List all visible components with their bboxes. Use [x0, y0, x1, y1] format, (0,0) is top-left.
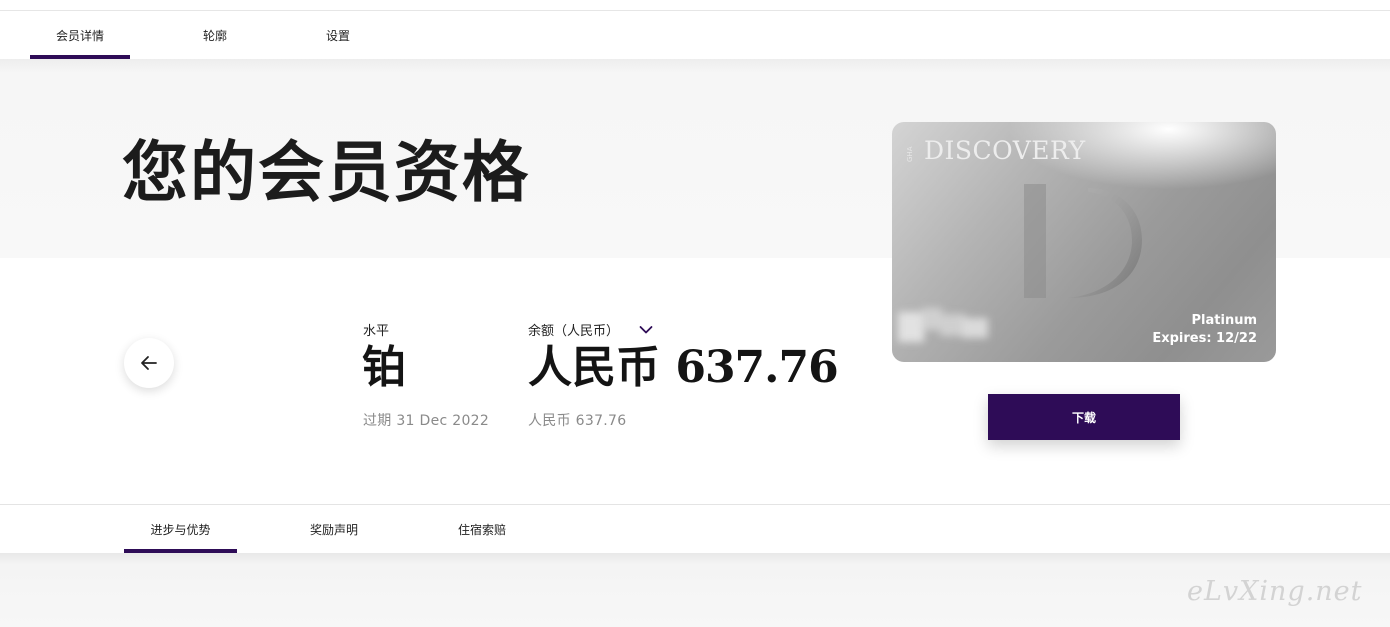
- page-title: 您的会员资格: [122, 134, 530, 211]
- membership-card: GHA DISCOVERY Platinum Expires: 12/22: [892, 122, 1276, 362]
- tab-label: 奖励声明: [309, 522, 358, 537]
- balance-currency-selector[interactable]: 余额（人民币）: [528, 320, 653, 339]
- tab-profile[interactable]: 轮廓: [175, 11, 255, 59]
- card-number-blur: [892, 304, 992, 354]
- tab-member-details[interactable]: 会员详情: [30, 11, 130, 59]
- tab-progress-benefits[interactable]: 进步与优势: [124, 505, 237, 553]
- tab-stay-claim[interactable]: 住宿索赔: [438, 505, 526, 553]
- top-tab-bar: 会员详情 轮廓 设置: [0, 11, 1390, 59]
- back-button[interactable]: [124, 338, 174, 388]
- tab-label: 会员详情: [55, 28, 104, 43]
- level-value: 铂: [362, 342, 406, 393]
- balance-currency: 人民币: [528, 342, 660, 393]
- tab-label: 轮廓: [202, 28, 227, 43]
- card-brand: DISCOVERY: [924, 136, 1086, 165]
- tab-label: 住宿索赔: [457, 522, 506, 537]
- chevron-down-icon: [639, 325, 653, 333]
- card-gha-label: GHA: [906, 146, 914, 162]
- download-button[interactable]: 下载: [988, 394, 1180, 440]
- download-label: 下载: [1071, 410, 1096, 425]
- tab-settings[interactable]: 设置: [298, 11, 378, 59]
- balance-value: 人民币 637.76: [528, 346, 839, 390]
- level-label: 水平: [363, 324, 390, 339]
- level-expiry: 过期 31 Dec 2022: [363, 413, 490, 429]
- tab-label: 设置: [325, 28, 350, 43]
- balance-amount: 637.76: [675, 342, 838, 393]
- tab-label: 进步与优势: [150, 522, 211, 537]
- watermark: eLvXing.net: [1187, 576, 1363, 607]
- card-expiry: Expires: 12/22: [1152, 331, 1257, 346]
- tab-reward-statement[interactable]: 奖励声明: [290, 505, 378, 553]
- balance-label: 余额（人民币）: [528, 324, 620, 339]
- card-tier: Platinum: [1191, 313, 1257, 328]
- section-tab-bar: 进步与优势 奖励声明 住宿索赔: [0, 505, 1390, 553]
- arrow-left-icon: [141, 356, 157, 370]
- bottom-band: [0, 553, 1390, 627]
- balance-sub: 人民币 637.76: [528, 413, 627, 429]
